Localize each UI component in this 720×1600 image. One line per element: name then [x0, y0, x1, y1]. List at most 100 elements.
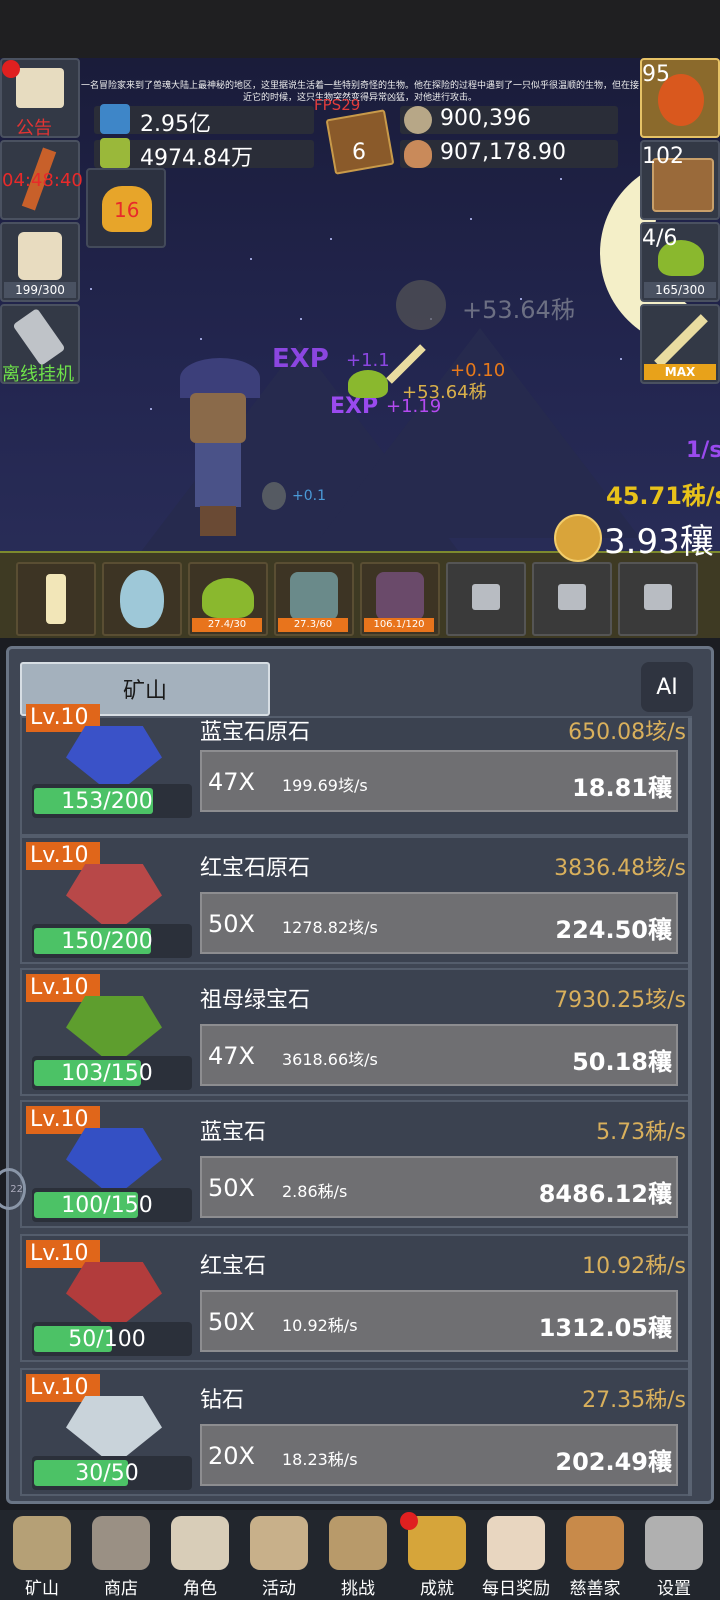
upgrade-cost: 202.49穰	[555, 1448, 672, 1476]
exp-text: EXP	[272, 344, 329, 374]
game-scene[interactable]: 一名冒险家来到了兽魂大陆上最神秘的地区，这里据说生活着一些特别奇怪的生物。他在探…	[0, 58, 720, 638]
slime-button[interactable]: 4/6 165/300	[640, 222, 720, 302]
bat-icon	[376, 572, 424, 620]
gem-row[interactable]: Lv.10 50/100 红宝石 10.92秭/s 50X 10.92秭/s 1312.05…	[20, 1234, 692, 1362]
nav-icon	[645, 1516, 703, 1570]
gold-rate: 45.71秭/s	[606, 482, 720, 510]
fps-counter: FPS29	[314, 96, 361, 114]
gem-rate: 650.08垓/s	[568, 720, 686, 745]
slot-locked[interactable]	[532, 562, 612, 636]
gem-rate: 3836.48垓/s	[554, 856, 686, 881]
key-button[interactable]: 16	[86, 168, 166, 248]
slime-enemy	[348, 370, 388, 398]
slot-candle[interactable]	[16, 562, 96, 636]
upgrade-button[interactable]: 20X 18.23秭/s 202.49穰	[200, 1424, 678, 1486]
sub-rate: 3618.66垓/s	[282, 1050, 378, 1069]
offline-label: 离线挂机	[2, 364, 74, 385]
nav-item[interactable]: 活动	[243, 1516, 315, 1600]
torch-timer: 04:48:40	[2, 170, 83, 191]
ai-button[interactable]: AI	[641, 662, 693, 712]
torch-button[interactable]: 04:48:40	[0, 140, 83, 220]
chest-button[interactable]: 102	[640, 140, 720, 220]
slot-locked[interactable]	[618, 562, 698, 636]
slot-egg[interactable]	[102, 562, 182, 636]
potion-button[interactable]: 95	[640, 58, 720, 138]
meat-icon	[404, 140, 432, 168]
nav-label: 挑战	[341, 1579, 375, 1599]
candle-icon	[46, 574, 66, 624]
multiplier: 50X	[208, 1308, 255, 1336]
count-text: 100/150	[61, 1193, 153, 1218]
nav-item[interactable]: 挑战	[322, 1516, 394, 1600]
nav-item[interactable]: 慈善家	[559, 1516, 631, 1600]
star	[330, 238, 332, 240]
upgrade-button[interactable]: 47X 3618.66垓/s 50.18穰	[200, 1024, 678, 1086]
nav-label: 慈善家	[569, 1579, 621, 1599]
gold-total: 3.93穰	[604, 522, 714, 562]
multiplier: 47X	[208, 768, 255, 796]
sword-button[interactable]: MAX	[640, 304, 720, 384]
slime-count: 4/6	[642, 226, 678, 251]
beer-mug-icon	[18, 232, 62, 280]
gem-row[interactable]: Lv.10 100/150 蓝宝石 5.73秭/s 50X 2.86秭/s 8486.12穰	[20, 1100, 692, 1228]
blue-potion-amount: 2.95亿	[140, 112, 211, 137]
nav-label: 每日奖励	[482, 1579, 550, 1599]
book-count: 6	[352, 140, 366, 165]
witch-legs	[200, 506, 236, 536]
slot-zombie[interactable]: 27.3/60	[274, 562, 354, 636]
nav-icon	[329, 1516, 387, 1570]
star	[470, 218, 472, 220]
silver-coin-icon	[404, 106, 432, 134]
gem-row[interactable]: Lv.10 153/200 蓝宝石原石 650.08垓/s 47X 199.69垓/s 18…	[20, 704, 692, 836]
bottom-nav: 矿山 商店 角色 活动 挑战 成就 每日奖励 慈善家 设置	[0, 1510, 720, 1600]
side-badge-count: 22	[10, 1183, 23, 1195]
nav-icon	[92, 1516, 150, 1570]
upgrade-button[interactable]: 50X 2.86秭/s 8486.12穰	[200, 1156, 678, 1218]
slot-bat[interactable]: 106.1/120	[360, 562, 440, 636]
offline-button[interactable]: 离线挂机	[0, 304, 80, 385]
count-text: 50/100	[68, 1327, 146, 1352]
gem-row[interactable]: Lv.10 30/50 钻石 27.35秭/s 20X 18.23秭/s 202.49穰	[20, 1368, 692, 1496]
nav-item[interactable]: 矿山	[6, 1516, 78, 1600]
upgrade-button[interactable]: 50X 10.92秭/s 1312.05穰	[200, 1290, 678, 1352]
witch-hat	[180, 358, 260, 398]
egg-icon	[120, 570, 164, 628]
notification-dot	[2, 60, 20, 78]
coin-icon	[396, 280, 446, 330]
upgrade-button[interactable]: 50X 1278.82垓/s 224.50穰	[200, 892, 678, 954]
zombie-icon	[290, 572, 338, 620]
count-text: 30/50	[75, 1461, 139, 1486]
nav-icon	[566, 1516, 624, 1570]
sword-icon	[654, 314, 708, 368]
sub-rate: 2.86秭/s	[282, 1182, 348, 1201]
lock-icon	[472, 584, 500, 610]
exp-rate: 1/s	[686, 438, 720, 463]
potion-count: 95	[642, 62, 670, 87]
lock-icon	[644, 584, 672, 610]
nav-label: 活动	[262, 1579, 296, 1599]
blue-potion-icon	[100, 104, 130, 134]
nav-item[interactable]: 角色	[164, 1516, 236, 1600]
multiplier: 47X	[208, 1042, 255, 1070]
gem-row[interactable]: Lv.10 150/200 红宝石原石 3836.48垓/s 50X 1278.82垓/s…	[20, 836, 692, 964]
upgrade-button[interactable]: 47X 199.69垓/s 18.81穰	[200, 750, 678, 812]
upgrade-cost: 1312.05穰	[538, 1314, 672, 1342]
gem-name: 蓝宝石原石	[200, 720, 311, 745]
slot-locked[interactable]	[446, 562, 526, 636]
gem-rate: 27.35秭/s	[582, 1388, 686, 1413]
nav-item[interactable]: 商店	[85, 1516, 157, 1600]
green-potion-icon	[100, 138, 130, 168]
gold-coin-icon	[554, 514, 602, 562]
slot-slime[interactable]: 27.4/30	[188, 562, 268, 636]
ghost-enemy	[262, 482, 286, 510]
gem-row[interactable]: Lv.10 103/150 祖母绿宝石 7930.25垓/s 47X 3618.66垓/s…	[20, 968, 692, 1096]
gem-rate: 7930.25垓/s	[554, 988, 686, 1013]
nav-item[interactable]: 设置	[638, 1516, 710, 1600]
scrollbar[interactable]	[688, 718, 692, 1496]
sub-rate: 10.92秭/s	[282, 1316, 358, 1335]
nav-icon	[13, 1516, 71, 1570]
nav-item[interactable]: 每日奖励	[480, 1516, 552, 1600]
beer-button[interactable]: 199/300	[0, 222, 80, 302]
beer-progress: 199/300	[4, 282, 76, 298]
nav-icon	[250, 1516, 308, 1570]
